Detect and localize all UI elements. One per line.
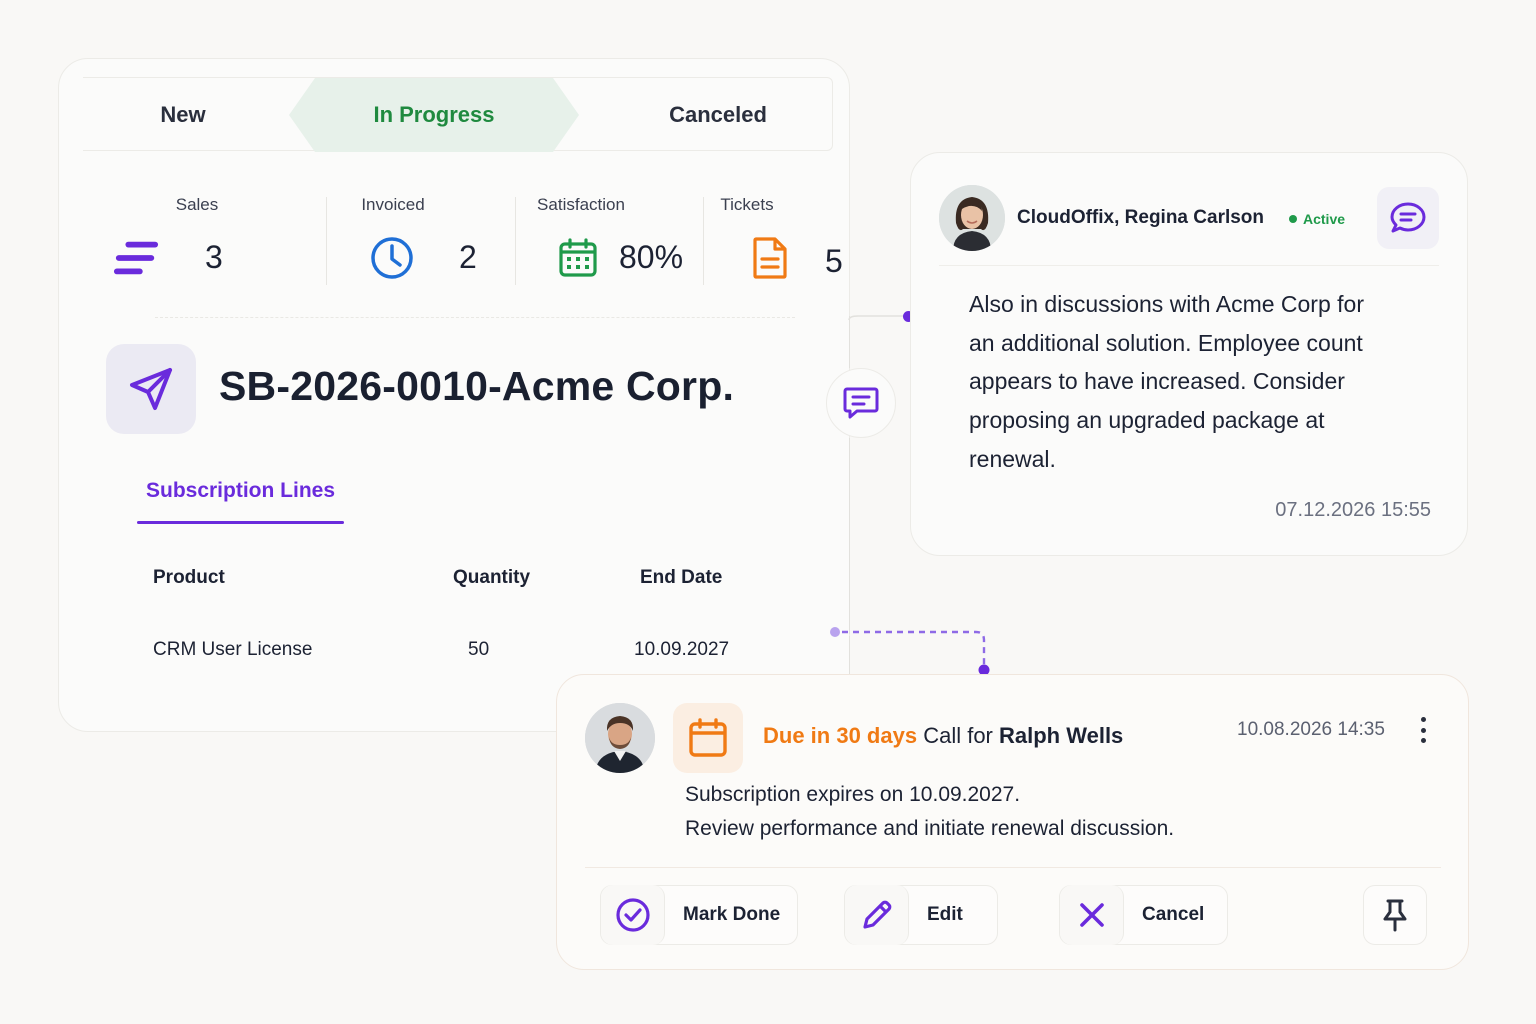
mark-done-button[interactable]: Mark Done	[600, 885, 798, 945]
avatar	[939, 185, 1005, 251]
timeline-dashed-link	[830, 627, 990, 676]
note-timestamp: 07.12.2026 15:55	[1275, 499, 1431, 521]
activity-title: Due in 30 days Call for Ralph Wells	[763, 723, 1123, 749]
sales-bars-icon	[113, 235, 159, 281]
calendar-icon	[555, 235, 601, 281]
stat-label: Invoiced	[361, 195, 425, 214]
due-label: Due in 30 days	[763, 723, 918, 748]
calendar-icon	[673, 703, 743, 773]
comment-icon[interactable]	[826, 368, 896, 438]
cell-quantity[interactable]: 50	[468, 639, 489, 661]
status-dot	[1289, 215, 1297, 223]
status-in-progress[interactable]: In Progress	[289, 78, 579, 152]
cancel-button[interactable]: Cancel	[1059, 885, 1228, 945]
column-header-end-date: End Date	[640, 567, 723, 588]
record-title: SB-2026-0010-Acme Corp.	[219, 363, 735, 409]
chat-bubble-icon[interactable]	[1377, 187, 1439, 249]
avatar	[585, 703, 655, 773]
status-badge: Active	[1289, 211, 1345, 227]
cell-product[interactable]: CRM User License	[153, 639, 312, 661]
stat-label: Tickets	[720, 195, 774, 214]
activity-description: Review performance and initiate renewal …	[685, 817, 1175, 840]
pencil-icon	[845, 885, 909, 945]
stat-value: 3	[205, 239, 223, 275]
note-card: CloudOffix, Regina Carlson Active Also i…	[910, 152, 1468, 556]
status-badge-label: Active	[1303, 211, 1346, 227]
stat-value: 80%	[619, 239, 684, 275]
status-new[interactable]: New	[113, 78, 253, 152]
check-circle-icon	[601, 885, 665, 945]
button-label: Mark Done	[683, 904, 781, 925]
column-header-quantity: Quantity	[453, 567, 531, 588]
subscription-card: New In Progress Canceled Sales 3 Invoice…	[58, 58, 850, 732]
activity-card: Due in 30 days Call for Ralph Wells 10.0…	[556, 674, 1469, 970]
status-canceled[interactable]: Canceled	[623, 78, 813, 152]
button-label: Edit	[927, 904, 963, 925]
stat-sales[interactable]: Sales 3	[109, 191, 279, 291]
edit-button[interactable]: Edit	[844, 885, 998, 945]
send-icon	[106, 344, 196, 434]
divider	[939, 265, 1439, 266]
more-vertical-icon[interactable]	[1413, 715, 1433, 745]
clock-icon	[369, 235, 415, 281]
divider	[155, 317, 795, 318]
cell-end-date[interactable]: 10.09.2027	[634, 639, 729, 661]
tab-underline	[137, 521, 344, 524]
timeline-line	[849, 438, 850, 634]
stat-label: Satisfaction	[537, 195, 625, 214]
stat-invoiced[interactable]: Invoiced 2	[319, 191, 509, 291]
button-label: Cancel	[1142, 904, 1205, 925]
column-header-product: Product	[153, 567, 225, 588]
divider	[585, 867, 1441, 868]
timeline-line	[849, 316, 850, 368]
contact-name[interactable]: Ralph Wells	[999, 723, 1123, 748]
stat-tickets[interactable]: Tickets 5	[699, 191, 849, 291]
activity-type: Call for	[917, 723, 999, 748]
status-bar: New In Progress Canceled	[83, 77, 833, 151]
stat-value: 5	[825, 243, 843, 279]
note-body: Also in discussions with Acme Corp for a…	[969, 291, 1364, 472]
activity-description: Subscription expires on 10.09.2027.	[685, 783, 1021, 806]
tab-subscription-lines[interactable]: Subscription Lines	[137, 479, 344, 525]
stats-row: Sales 3 Invoiced 2 Satisfaction 80% Tick…	[109, 191, 843, 291]
document-icon	[747, 235, 793, 281]
stat-value: 2	[459, 239, 477, 275]
pin-icon[interactable]	[1363, 885, 1427, 945]
activity-timestamp: 10.08.2026 14:35	[1237, 719, 1385, 740]
note-author[interactable]: CloudOffix, Regina Carlson	[1017, 207, 1264, 229]
close-icon	[1060, 885, 1124, 945]
stat-label: Sales	[175, 195, 219, 214]
